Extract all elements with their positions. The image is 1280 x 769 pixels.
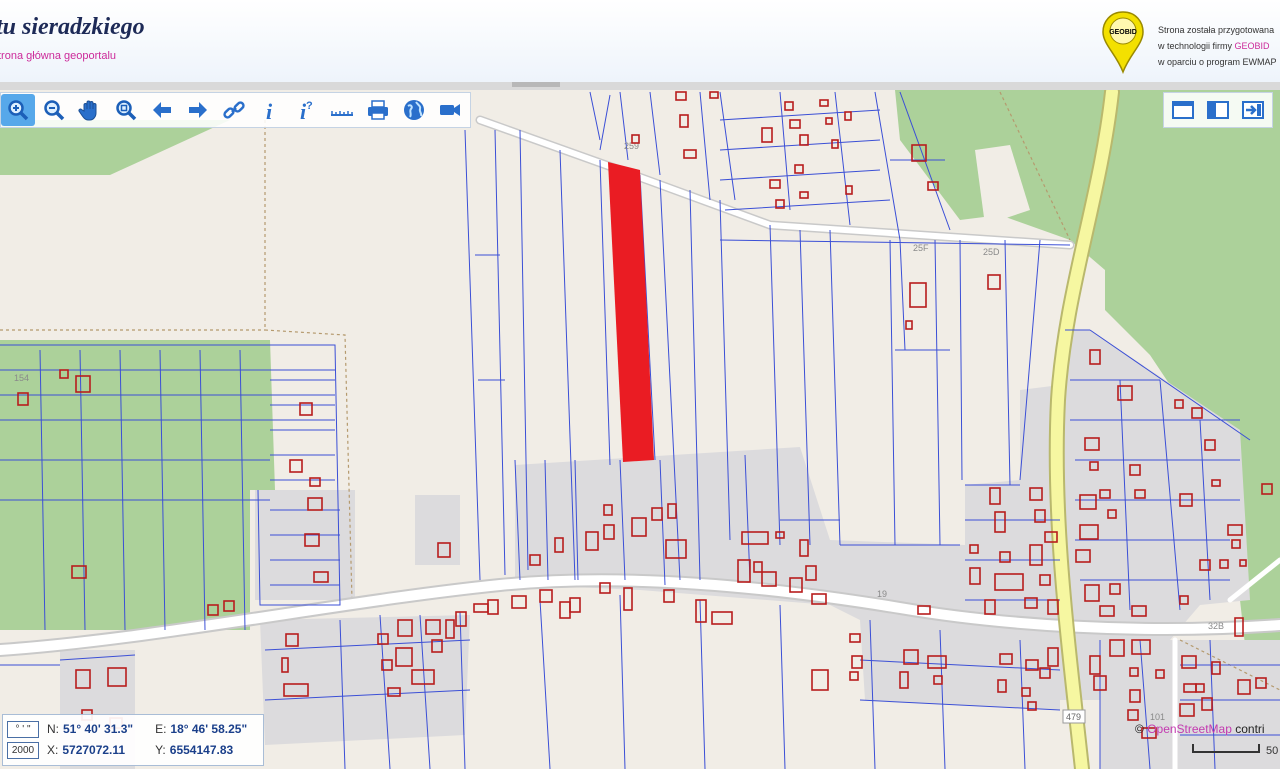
credits-line-3: w oparciu o program EWMAP [1158,57,1277,67]
parcel-label: 25F [913,243,929,253]
road-number: 479 [1066,712,1081,722]
coords-row-geo: ° ' " N: 51° 40' 31.3" E: 18° 46' 58.25" [7,720,247,738]
n-value: 51° 40' 31.3" [63,722,134,736]
dms-format-toggle[interactable]: ° ' " [7,720,39,738]
e-label: E: [155,722,167,736]
export-tool[interactable] [1237,94,1269,126]
side-panel-icon [1207,101,1229,119]
print-tool[interactable] [361,94,395,126]
full-window-tool[interactable] [1167,94,1199,126]
parcel-label: 19 [877,589,887,599]
export-icon [1242,101,1264,119]
forward-tool[interactable] [181,94,215,126]
site-title: tu sieradzkiego [0,14,145,40]
window-icon [1172,101,1194,119]
credits-brand[interactable]: GEOBID [1235,41,1270,51]
forest-left [0,340,275,630]
map-attribution: © OpenStreetMap contri [1135,722,1265,736]
attribution-prefix: © [1135,722,1148,736]
parcel-label: 101 [1150,712,1165,722]
road-shield: 479 [1062,709,1086,724]
right-toolbar [1163,92,1273,128]
y-label: Y: [155,743,166,757]
osm-link[interactable]: OpenStreetMap [1147,722,1232,736]
parcel-label: 25D [983,247,1000,257]
arrow-right-icon [189,102,207,118]
zoom-in-icon [8,100,29,121]
zoom-in-tool[interactable] [1,94,35,126]
credits-line-2: w technologii firmy GEOBID [1158,38,1277,54]
arrow-left-icon [153,102,171,118]
x-value: 5727072.11 [62,743,126,757]
y-value: 6554147.83 [169,743,234,757]
video-camera-icon [440,104,460,116]
credits-line-1: Strona została przygotowana [1158,25,1275,35]
zoom-out-tool[interactable] [37,94,71,126]
geobid-logo[interactable]: GEOBID [1100,10,1146,74]
svg-text:?: ? [306,100,313,112]
svg-text:i: i [266,99,273,122]
globe-tool[interactable] [397,94,431,126]
link-icon [223,101,245,119]
scale-bar [1192,744,1260,753]
printer-icon [368,100,388,120]
side-panel-tool[interactable] [1202,94,1234,126]
link-tool[interactable] [217,94,251,126]
info-query-icon: i? [300,99,313,122]
zoom-extent-icon [116,100,137,121]
panel-resizer[interactable] [0,82,1280,90]
back-tool[interactable] [145,94,179,126]
epsg-toggle[interactable]: 2000 [7,741,39,759]
n-label: N: [47,722,59,736]
zoom-out-icon [44,100,65,121]
map-view[interactable]: 259 25F 25D 154 19 32B 101 479 [0,90,1280,769]
measure-tool[interactable] [325,94,359,126]
credits-prefix: w technologii firmy [1158,41,1235,51]
globe-icon [404,100,424,120]
parcel-label: 154 [14,373,29,383]
attribution-contributors: contri [1231,722,1265,736]
e-value: 18° 46' 58.25" [170,722,248,736]
video-tool[interactable] [433,94,467,126]
coords-row-proj: 2000 X: 5727072.11 Y: 6554147.83 [7,741,233,759]
scale-label: 50 [1266,745,1279,757]
ruler-icon [331,111,353,116]
map-toolbar: i i? [0,92,471,128]
hand-icon [78,100,97,121]
info-icon: i [266,99,273,122]
map-canvas[interactable]: 259 25F 25D 154 19 32B 101 479 [0,90,1280,769]
page-header: tu sieradzkiego trona główna geoportalu … [0,0,1280,83]
coordinate-panel: ° ' " N: 51° 40' 31.3" E: 18° 46' 58.25"… [2,714,264,766]
info-tool[interactable]: i [253,94,287,126]
credits: Strona została przygotowana w technologi… [1158,22,1277,70]
zoom-extent-tool[interactable] [109,94,143,126]
x-label: X: [47,743,59,757]
resizer-handle[interactable] [512,82,560,87]
logo-text: GEOBID [1109,29,1137,36]
home-link[interactable]: trona główna geoportalu [0,50,116,62]
parcel-label: 32B [1208,621,1224,631]
pan-tool[interactable] [73,94,107,126]
info-query-tool[interactable]: i? [289,94,323,126]
